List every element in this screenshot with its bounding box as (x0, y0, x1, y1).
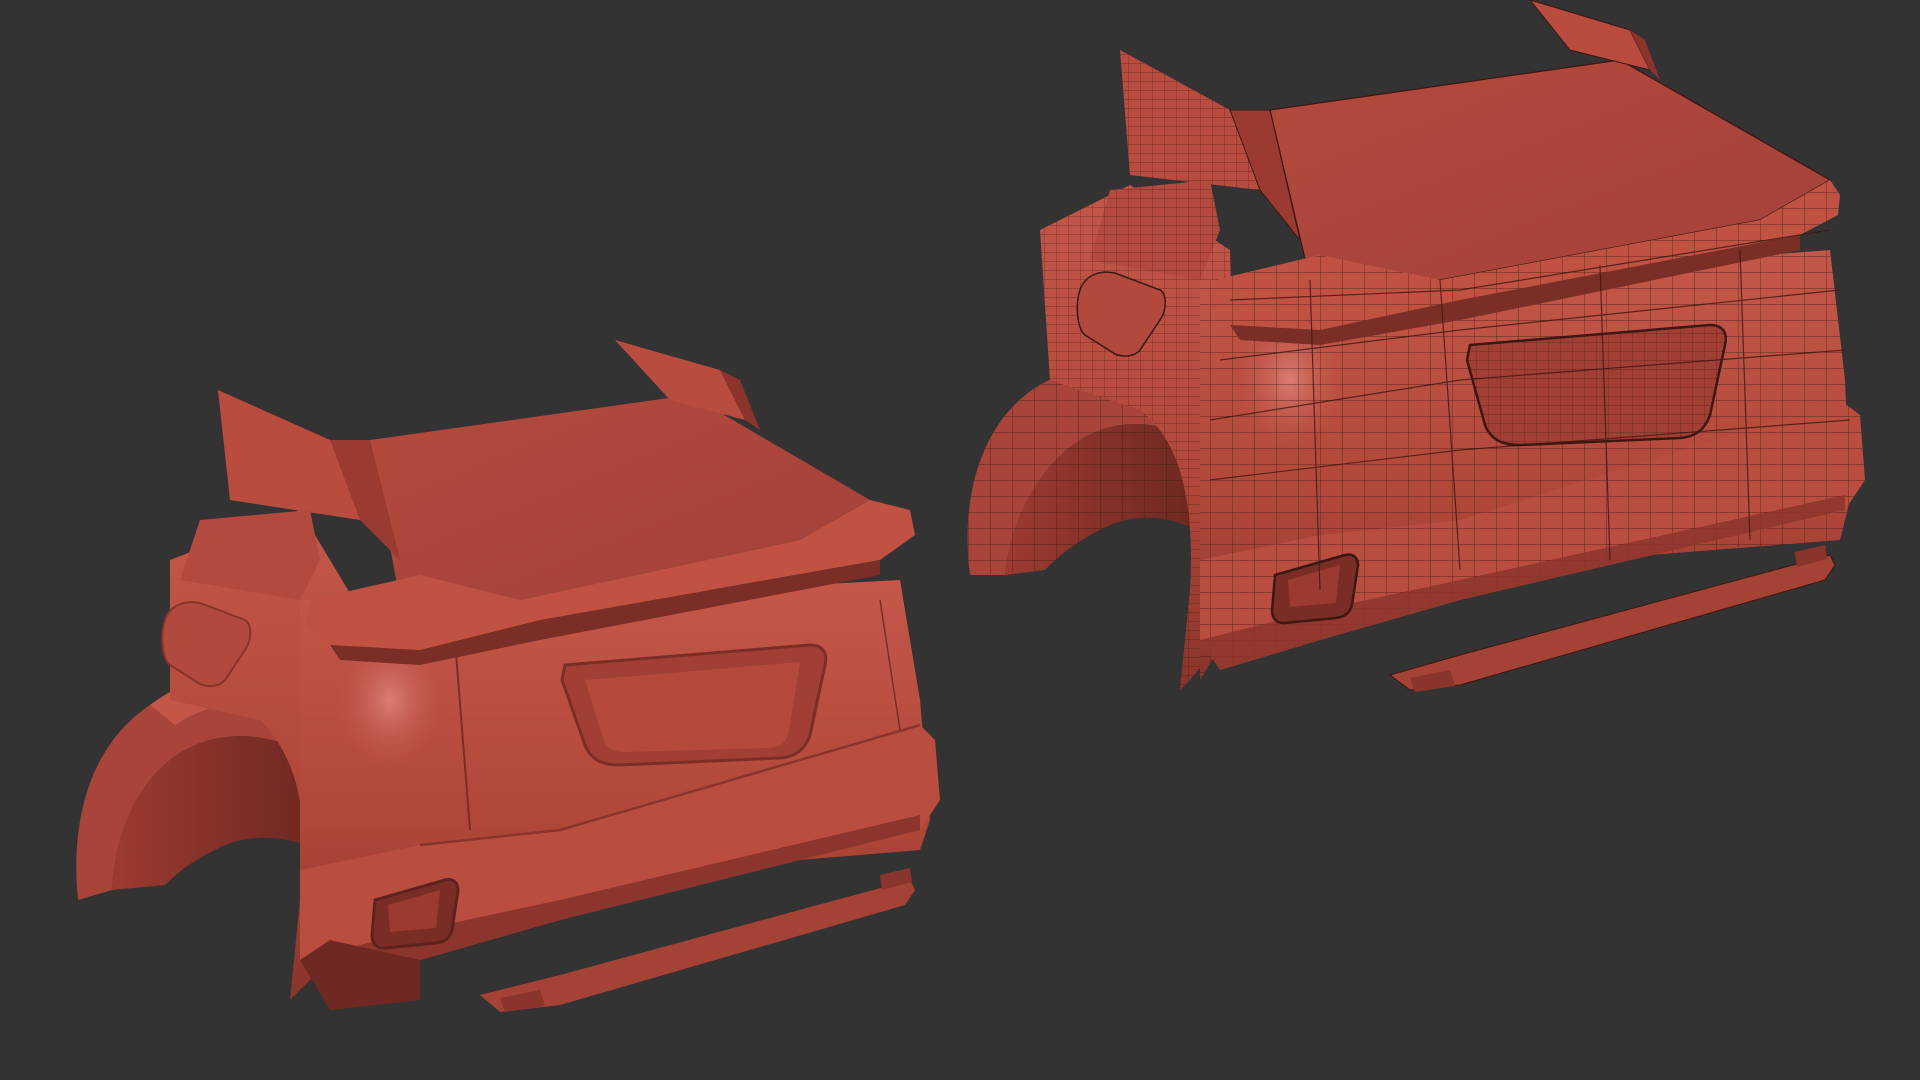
wireframe-model[interactable] (967, 0, 1865, 692)
3d-viewport[interactable] (0, 0, 1920, 1080)
wire-right-fin (1529, 0, 1651, 71)
viewport-canvas (76, 0, 1865, 1012)
wire-license-plate-mesh (1467, 325, 1726, 445)
shaded-model[interactable] (76, 340, 940, 1012)
